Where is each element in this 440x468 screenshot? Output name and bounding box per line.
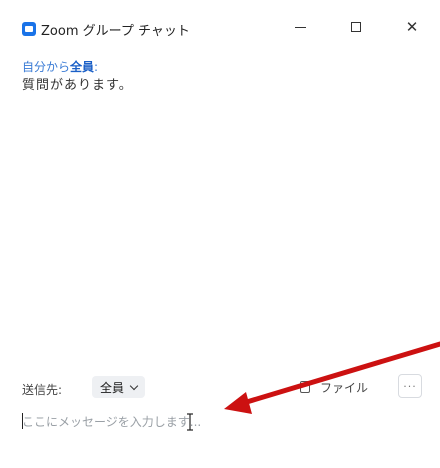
message-input[interactable] <box>22 410 422 434</box>
message-header: 自分から全員: <box>22 58 422 76</box>
title-bar[interactable]: Zoom グループ チャット ✕ <box>0 0 440 39</box>
send-to-label: 送信先: <box>22 383 63 397</box>
minimize-button[interactable] <box>288 16 312 38</box>
file-icon <box>300 381 310 393</box>
ibeam-cursor-icon <box>187 413 193 431</box>
chevron-down-icon <box>129 381 139 390</box>
recipient-value: 全員 <box>100 380 125 395</box>
maximize-icon <box>351 22 361 32</box>
zoom-group-chat-window: Zoom グループ チャット ✕ 自分から全員: 質問があります。 送信先: 全… <box>0 0 440 468</box>
file-button[interactable]: ファイル <box>300 376 368 398</box>
composer-toolbar: 送信先: 全員 ファイル ··· <box>0 372 440 402</box>
message-list: 自分から全員: 質問があります。 <box>22 58 422 96</box>
file-button-label: ファイル <box>320 380 369 395</box>
message-body: 質問があります。 <box>22 78 133 93</box>
recipient-dropdown[interactable]: 全員 <box>92 376 146 398</box>
text-caret <box>22 413 23 429</box>
close-icon: ✕ <box>405 18 419 36</box>
maximize-button[interactable] <box>344 16 368 38</box>
message-recipient[interactable]: 全員 <box>70 60 94 74</box>
window-title: Zoom グループ チャット <box>41 24 190 39</box>
message-header-suffix: : <box>94 60 99 74</box>
close-button[interactable]: ✕ <box>400 16 424 38</box>
minimize-icon <box>294 26 306 28</box>
more-options-button[interactable]: ··· <box>398 374 422 398</box>
zoom-app-icon <box>22 22 36 36</box>
ellipsis-icon: ··· <box>403 379 417 393</box>
message-sender: 自分から <box>22 60 71 74</box>
